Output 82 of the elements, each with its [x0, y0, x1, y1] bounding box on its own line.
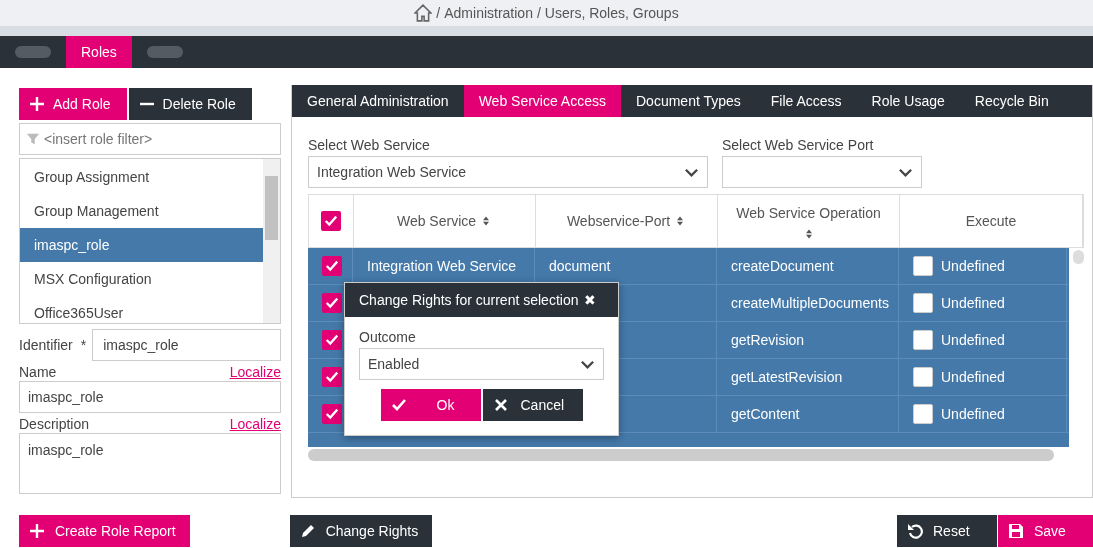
name-field[interactable]: imaspc_role — [19, 381, 281, 413]
field-label: Identifier — [19, 335, 73, 355]
cancel-button[interactable]: Cancel — [482, 389, 583, 421]
table-cell-text: getContent — [731, 404, 800, 424]
save-button[interactable]: Save — [998, 515, 1093, 547]
table-cell-text: Undefined — [941, 256, 1005, 276]
checkbox[interactable] — [322, 256, 342, 276]
add-role-button[interactable]: Add Role — [19, 88, 127, 120]
identifier-field[interactable]: imaspc_role — [92, 329, 281, 361]
port-select[interactable] — [722, 156, 922, 188]
localize-link[interactable]: Localize — [229, 416, 281, 433]
checkbox[interactable] — [322, 404, 342, 424]
scrollbar[interactable] — [263, 159, 280, 323]
breadcrumb-separator: / — [536, 3, 541, 23]
tab[interactable]: Roles — [66, 36, 132, 68]
column-header[interactable]: Web Service Operation — [736, 202, 881, 224]
breadcrumb-item[interactable]: Administration — [444, 2, 533, 24]
reset-button[interactable]: Reset — [897, 515, 997, 547]
breadcrumb-item[interactable]: Users, Roles, Groups — [544, 2, 679, 24]
redacted-label — [15, 46, 51, 58]
field-label: Description — [19, 416, 90, 433]
checkbox[interactable] — [321, 211, 341, 231]
role-list-item[interactable]: imaspc_role — [20, 228, 263, 262]
undo-arrow-icon — [907, 523, 923, 539]
localize-link[interactable]: Localize — [229, 364, 281, 381]
plus-icon — [29, 96, 45, 112]
tab[interactable]: General Administration — [292, 85, 464, 117]
column-header[interactable]: Webservice-Port — [566, 210, 671, 232]
checkbox[interactable] — [322, 293, 342, 313]
checkmark-icon — [390, 397, 407, 413]
tab[interactable]: Web Service Access — [463, 85, 621, 117]
field-label: Name — [19, 364, 57, 381]
role-list-item[interactable]: Group Management — [20, 194, 263, 228]
create-report-button[interactable]: Create Role Report — [19, 515, 190, 547]
field-label: Select Web Service — [308, 136, 431, 155]
web-service-select[interactable]: Integration Web Service — [308, 156, 708, 188]
role-list-item[interactable]: Group Assignment — [20, 160, 263, 194]
field-label: Select Web Service Port — [722, 136, 875, 155]
table-cell-text: getRevision — [731, 330, 805, 350]
scrollbar[interactable] — [1073, 250, 1084, 264]
outcome-select[interactable]: Enabled — [359, 348, 604, 380]
role-list-item[interactable]: MSX Configuration — [20, 262, 263, 296]
table-cell-text: Undefined — [941, 330, 1005, 350]
delete-role-button[interactable]: Delete Role — [128, 88, 252, 120]
ok-button[interactable]: Ok — [380, 389, 481, 421]
required-mark: * — [80, 335, 87, 355]
change-rights-button[interactable]: Change Rights — [289, 515, 433, 547]
checkbox[interactable] — [322, 330, 342, 350]
tab[interactable]: File Access — [755, 85, 857, 117]
tab[interactable]: Role Usage — [856, 85, 960, 117]
description-field[interactable]: imaspc_role — [19, 433, 281, 494]
dialog-title: Change Rights for current selection — [359, 290, 579, 310]
column-header[interactable]: Web Service — [396, 210, 477, 232]
filter-icon — [26, 132, 40, 146]
tab[interactable]: Recycle Bin — [959, 85, 1064, 117]
column-header[interactable]: Execute — [965, 210, 1017, 232]
table-cell-text: document — [549, 256, 611, 276]
breadcrumb-separator: / — [436, 3, 441, 23]
filter-field[interactable]: <insert role filter> — [19, 123, 281, 155]
table-cell-text: Undefined — [941, 367, 1005, 387]
plus-icon — [29, 523, 45, 539]
pencil-icon — [299, 523, 316, 539]
checkbox[interactable] — [913, 367, 933, 387]
table-cell-text: createDocument — [731, 256, 834, 276]
role-list-item[interactable]: Office365User — [20, 296, 263, 323]
table-cell-text: Integration Web Service — [367, 256, 517, 276]
tab[interactable]: Document Types — [621, 85, 756, 117]
checkbox[interactable] — [913, 256, 933, 276]
table-cell-text: getLatestRevision — [731, 367, 843, 387]
close-icon[interactable]: ✖ — [584, 289, 597, 311]
checkbox[interactable] — [322, 367, 342, 387]
checkbox[interactable] — [913, 293, 933, 313]
table-cell-text: Undefined — [941, 404, 1005, 424]
checkbox[interactable] — [913, 404, 933, 424]
field-label: Outcome — [359, 328, 417, 347]
home-icon — [414, 4, 433, 22]
table-cell-text: createMultipleDocuments — [731, 293, 889, 313]
scrollbar[interactable] — [308, 449, 1054, 461]
redacted-label — [146, 46, 183, 58]
close-icon — [492, 397, 509, 413]
table-cell-text: Undefined — [941, 293, 1005, 313]
checkbox[interactable] — [913, 330, 933, 350]
